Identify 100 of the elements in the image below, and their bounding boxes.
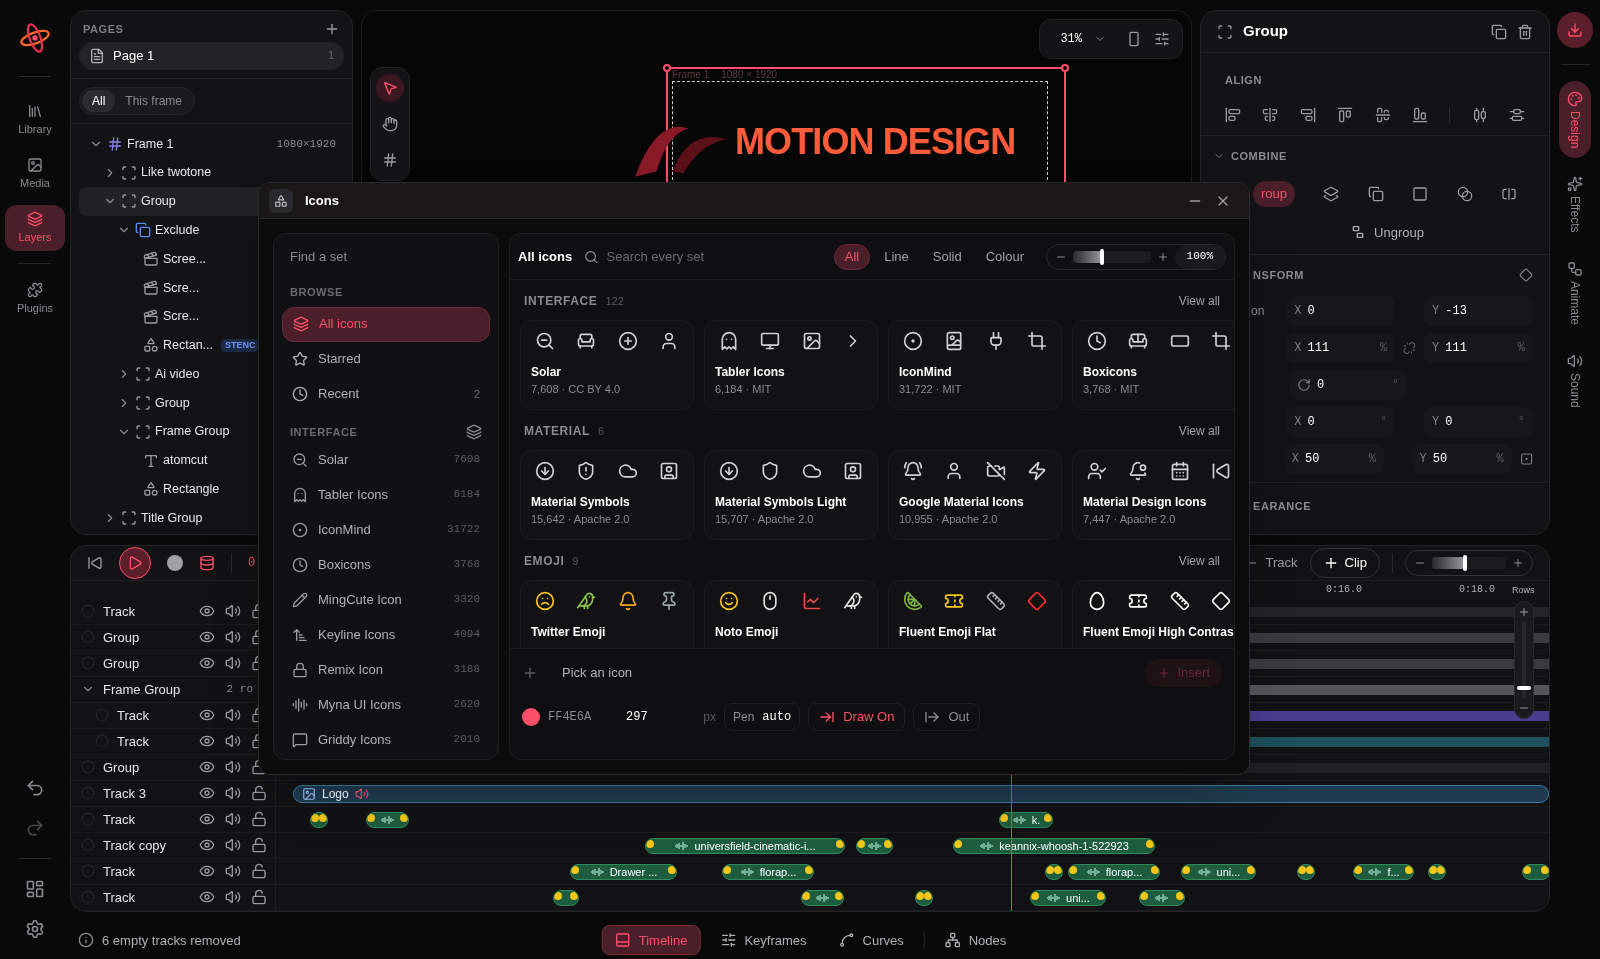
set-item[interactable]: MingCute Icon 3320: [282, 582, 490, 617]
icon-set-card[interactable]: Material Design Icons 7,447 · Apache 2.0: [1072, 450, 1234, 540]
pen-dropdown[interactable]: Pen auto: [724, 703, 801, 731]
view-all-link[interactable]: View all: [1178, 292, 1220, 310]
audio-clip[interactable]: uni...: [1181, 863, 1256, 880]
set-meta: 31,722 · MIT: [899, 382, 963, 397]
set-name: Fluent Emoji Flat: [899, 624, 997, 641]
layer-row[interactable]: Like twotone: [79, 158, 344, 188]
filter-tab[interactable]: This frame: [115, 89, 193, 112]
icon-set-card[interactable]: Material Symbols 15,642 · Apache 2.0: [520, 450, 694, 540]
audio-clip[interactable]: universfield-cinematic-i...: [645, 837, 845, 854]
set-item[interactable]: Keyline Icons 4094: [282, 617, 490, 652]
number-field[interactable]: Y 111 %: [1424, 332, 1533, 363]
number-field[interactable]: Y 50 %: [1411, 443, 1512, 474]
icon-set-card[interactable]: Fluent Emoji High Contras: [1072, 580, 1234, 648]
set-item[interactable]: Tabler Icons 6184: [282, 477, 490, 512]
set-meta: 10,955 · Apache 2.0: [899, 512, 999, 527]
track-name: Group: [103, 628, 140, 647]
filter-chip[interactable]: All: [833, 243, 871, 270]
view-tab[interactable]: Curves: [826, 925, 916, 956]
number-field[interactable]: X 0: [1286, 295, 1396, 326]
nav-item[interactable]: Starred: [282, 341, 490, 377]
view-tab[interactable]: Keyframes: [708, 925, 819, 956]
filter-chip[interactable]: Line: [874, 243, 919, 270]
filter-chip[interactable]: Colour: [975, 243, 1034, 270]
mode-button[interactable]: Out: [913, 703, 981, 731]
audio-clip[interactable]: Drawer ...: [570, 863, 677, 880]
view-tab[interactable]: Timeline: [601, 925, 701, 956]
icon-set-card[interactable]: Twitter Emoji: [520, 580, 694, 648]
side-tab[interactable]: Sound: [1559, 342, 1591, 418]
audio-clip[interactable]: florap...: [1068, 863, 1160, 880]
side-tab[interactable]: Animate: [1559, 250, 1591, 335]
view-tab[interactable]: Nodes: [932, 925, 1019, 956]
status-text: 6 empty tracks removed: [102, 931, 241, 950]
audio-clip[interactable]: florap...: [722, 863, 814, 880]
number-field[interactable]: Y -13: [1424, 295, 1533, 326]
section-title: BROWSE: [289, 285, 344, 300]
audio-clip[interactable]: k.: [999, 811, 1053, 828]
layer-name: Title Group: [141, 509, 203, 527]
search-field[interactable]: Find a set: [290, 247, 482, 267]
layer-name: atomcut: [163, 452, 208, 470]
number-field[interactable]: X 111 %: [1286, 332, 1396, 363]
layer-name: Rectangle: [163, 481, 220, 499]
set-item[interactable]: Remix Icon 3188: [282, 652, 490, 687]
icon-set-card[interactable]: Google Material Icons 10,955 · Apache 2.0: [888, 450, 1062, 540]
ungroup-button[interactable]: Ungroup: [1326, 222, 1424, 242]
set-item[interactable]: Boxicons 3768: [282, 547, 490, 582]
set-name: Fluent Emoji High Contras: [1083, 624, 1234, 641]
side-tab[interactable]: Design: [1559, 81, 1591, 159]
ruler-label: 0:16.0: [1326, 582, 1362, 597]
icon-set-card[interactable]: IconMind 31,722 · MIT: [888, 320, 1062, 410]
number-field[interactable]: Y 0 °: [1424, 406, 1533, 437]
set-item[interactable]: IconMind 31722: [282, 512, 490, 547]
audio-clip[interactable]: f...: [1353, 863, 1414, 880]
rail-tab[interactable]: Plugins: [5, 276, 65, 322]
icon-set-card[interactable]: Tabler Icons 6,184 · MIT: [704, 320, 878, 410]
side-tab[interactable]: Effects: [1559, 166, 1591, 243]
layer-row[interactable]: Frame 1 1080×1920: [79, 129, 344, 159]
set-item[interactable]: Myna UI Icons 2620: [282, 687, 490, 722]
number-field[interactable]: X 50 %: [1283, 443, 1384, 474]
media-clip[interactable]: Logo: [293, 784, 1549, 803]
layer-name: Ai video: [155, 365, 200, 383]
track-row[interactable]: Track: [71, 858, 275, 885]
frame-size: 1080×1920: [276, 136, 336, 152]
filter-chip[interactable]: Solid: [922, 243, 972, 270]
icon-set-card[interactable]: Material Symbols Light 15,707 · Apache 2.0: [704, 450, 878, 540]
view-all-link[interactable]: View all: [1178, 422, 1220, 440]
section-title: EARANCE: [1253, 499, 1312, 512]
rail-tab[interactable]: Library: [5, 97, 65, 143]
number-field[interactable]: 0 °: [1289, 369, 1407, 400]
set-item[interactable]: Solar 7608: [282, 442, 490, 477]
track-row[interactable]: Track: [71, 884, 275, 911]
audio-clip[interactable]: uni...: [1030, 889, 1106, 906]
icon-set-card[interactable]: Solar 7,608 · CC BY 4.0: [520, 320, 694, 410]
layer-row[interactable]: Exclude: [79, 215, 344, 245]
track-name: Group: [103, 758, 140, 777]
group-button[interactable]: roup: [1253, 180, 1296, 207]
layer-name: Scre...: [163, 308, 200, 326]
track-row[interactable]: Track copy: [71, 832, 275, 859]
track-row[interactable]: Track 3: [71, 780, 275, 807]
view-all-link[interactable]: View all: [1178, 552, 1220, 570]
add-track-button[interactable]: Track: [1245, 553, 1298, 573]
set-item[interactable]: Griddy Icons 2010: [282, 722, 490, 757]
icon-set-card[interactable]: Boxicons 3,768 · MIT: [1072, 320, 1234, 410]
icon-set-card[interactable]: Fluent Emoji Flat: [888, 580, 1062, 648]
page-item[interactable]: Page 1 1: [79, 41, 344, 70]
section-title: INTERFACE: [290, 424, 358, 440]
zoom-dropdown[interactable]: 31%: [1052, 30, 1114, 48]
number-field[interactable]: X 0 °: [1286, 406, 1396, 437]
filter-tab[interactable]: All: [82, 89, 116, 112]
icon-set-card[interactable]: Noto Emoji: [704, 580, 878, 648]
track-row[interactable]: Track: [71, 806, 275, 833]
rail-tab[interactable]: Media: [5, 151, 65, 197]
search-field[interactable]: Search every set: [606, 246, 805, 267]
layer-name: Group: [141, 193, 176, 211]
nav-item[interactable]: All icons: [282, 306, 490, 342]
mode-button[interactable]: Draw On: [808, 703, 906, 731]
rail-tab[interactable]: Layers: [5, 205, 65, 251]
nav-item[interactable]: Recent 2: [282, 376, 490, 412]
stroke-field[interactable]: 297 px: [626, 708, 716, 726]
